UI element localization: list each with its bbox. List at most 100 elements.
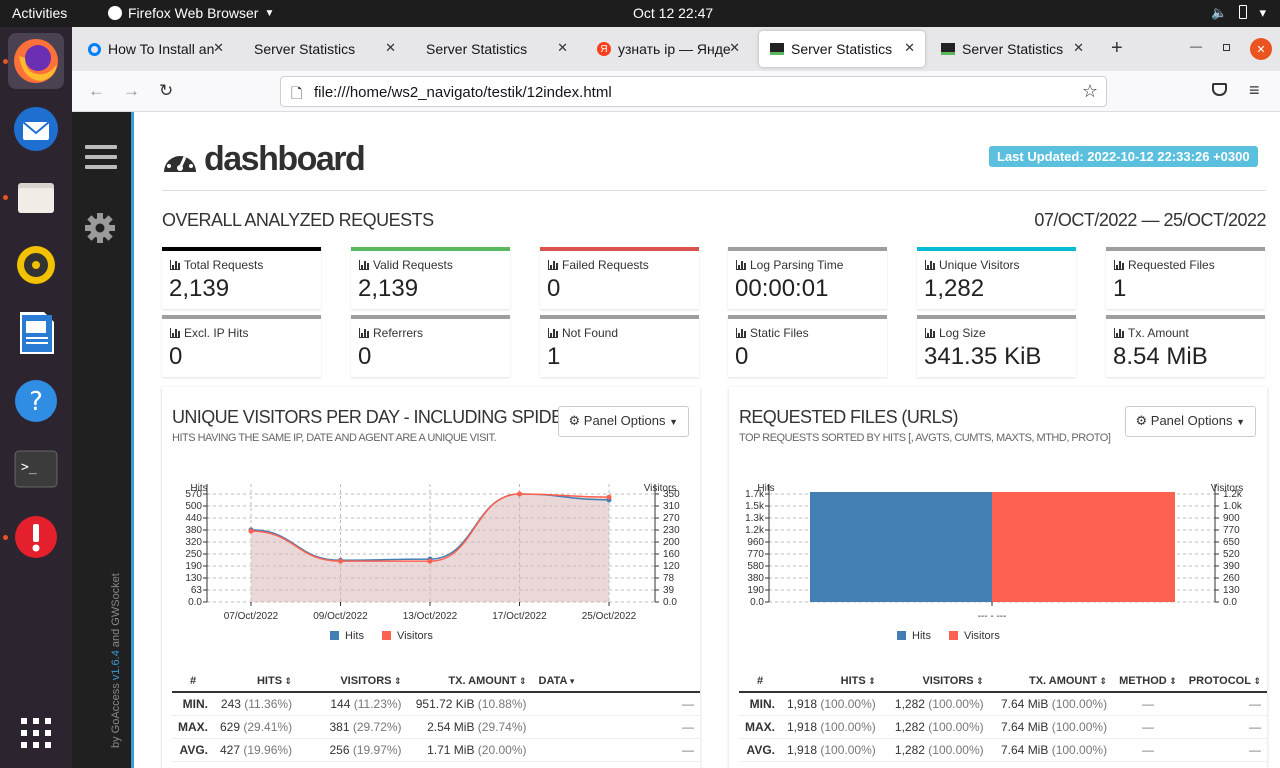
y2-tick-label: 160: [663, 549, 680, 560]
y-tick-label: 440: [185, 513, 202, 524]
tx-value: 951.72 KiB: [415, 696, 475, 711]
tx-percent: (100.00%): [1051, 742, 1108, 757]
visitors-percent: (100.00%): [928, 719, 984, 734]
activities-button[interactable]: Activities: [12, 5, 67, 21]
tab-0[interactable]: How To Install an ✕: [76, 31, 234, 67]
tab-2[interactable]: Server Statistics ✕: [414, 31, 578, 67]
row-key: MAX.: [172, 715, 214, 739]
metric-value: 1: [547, 343, 561, 370]
sidebar-menu-icon[interactable]: [85, 145, 117, 175]
metric-label-text: Log Size: [939, 326, 986, 340]
tab-5[interactable]: Server Statistics ✕: [930, 31, 1094, 67]
tab-3[interactable]: Я узнать ip — Янде ✕: [586, 31, 750, 67]
show-applications-button[interactable]: [8, 705, 64, 761]
clock[interactable]: Oct 12 22:47: [633, 5, 713, 21]
legend-visitors[interactable]: Visitors: [381, 630, 433, 642]
column-header[interactable]: PROTOCOL ⇕: [1182, 670, 1267, 693]
tab-1[interactable]: Server Statistics ✕: [242, 31, 406, 67]
bookmark-star-icon[interactable]: ☆: [1082, 81, 1098, 102]
dock-rhythmbox[interactable]: [8, 237, 64, 293]
dock-writer[interactable]: [8, 305, 64, 361]
legend-visitors[interactable]: Visitors: [948, 630, 1000, 642]
hits-percent: (100.00%): [820, 719, 876, 734]
column-header[interactable]: METHOD ⇕: [1113, 670, 1183, 693]
tab-title: How To Install an: [108, 41, 215, 57]
dock-terminal[interactable]: >_: [8, 441, 64, 497]
url-text[interactable]: file:///home/ws2_navigato/testik/12index…: [314, 84, 612, 101]
writer-document-icon: [20, 312, 54, 354]
tx-value: 7.64 MiB: [1001, 742, 1049, 757]
legend-hits[interactable]: Hits: [330, 630, 364, 642]
dock-thunderbird[interactable]: [8, 101, 64, 157]
row-key: MIN.: [739, 692, 781, 716]
new-tab-button[interactable]: +: [1111, 37, 1123, 60]
forward-arrow-icon[interactable]: →: [123, 81, 140, 101]
visitors-cell: 1,282 (100.00%): [881, 738, 990, 762]
app-menu[interactable]: Firefox Web Browser ▼: [108, 5, 274, 21]
menu-hamburger-icon[interactable]: ≡: [1249, 80, 1260, 101]
caret-down-icon: ▼: [1236, 417, 1245, 427]
volume-icon: 🔈: [1211, 5, 1228, 20]
bar-chart-icon: [548, 260, 558, 270]
dock-software-updater[interactable]: [8, 509, 64, 565]
dock-firefox[interactable]: [8, 33, 64, 89]
close-window-button[interactable]: ✕: [1250, 38, 1272, 60]
tab-4-active[interactable]: Server Statistics ✕: [759, 31, 925, 67]
hits-value: 1,918: [787, 696, 818, 711]
minimize-button[interactable]: —: [1190, 39, 1202, 53]
column-header[interactable]: VISITORS ⇕: [881, 670, 990, 693]
close-tab-icon[interactable]: ✕: [729, 40, 740, 56]
version-link[interactable]: v1.6.4: [110, 650, 122, 680]
legend-label: Visitors: [963, 630, 1000, 642]
close-tab-icon[interactable]: ✕: [1073, 40, 1084, 56]
dock-files[interactable]: [8, 169, 64, 225]
dock-help[interactable]: ?: [8, 373, 64, 429]
method-cell: —: [1113, 738, 1183, 762]
column-header[interactable]: DATA ▾: [532, 670, 700, 693]
address-bar[interactable]: 🗋 file:///home/ws2_navigato/testik/12ind…: [280, 76, 1107, 107]
column-header[interactable]: HITS ⇕: [214, 670, 299, 693]
hits-percent: (29.41%): [243, 719, 293, 734]
legend-swatch: [948, 631, 958, 640]
metric-label: Failed Requests: [548, 258, 649, 272]
reload-icon[interactable]: ↻: [159, 81, 173, 101]
column-header[interactable]: #: [172, 670, 214, 693]
pocket-icon[interactable]: [1212, 83, 1227, 96]
visitors-cell: 1,282 (100.00%): [881, 715, 990, 739]
legend-hits[interactable]: Hits: [897, 630, 931, 642]
panel-options-button[interactable]: ⚙ Panel Options ▼: [557, 406, 689, 437]
x-tick-label: 25/Oct/2022: [582, 611, 637, 622]
close-tab-icon[interactable]: ✕: [213, 40, 224, 56]
y2-tick-label: 770: [1223, 525, 1240, 536]
visitors-percent: (29.72%): [352, 719, 402, 734]
column-header[interactable]: TX. AMOUNT ⇕: [407, 670, 533, 693]
y-tick-label: 0.0: [750, 597, 764, 608]
hits-bar: [810, 492, 992, 602]
bar-chart-icon: [548, 328, 558, 338]
column-header[interactable]: HITS ⇕: [781, 670, 882, 693]
metric-label-text: Excl. IP Hits: [184, 326, 249, 340]
requests-table: # HITS ⇕ VISITORS ⇕ TX. AMOUNT ⇕ METHOD ⇕ PRO…: [739, 670, 1267, 762]
tx-value: 2.54 MiB: [427, 719, 475, 734]
close-tab-icon[interactable]: ✕: [904, 40, 915, 56]
column-header[interactable]: VISITORS ⇕: [298, 670, 408, 693]
page-icon: 🗋: [291, 85, 303, 101]
requests-panel: REQUESTED FILES (URLS) TOP REQUESTS SORT…: [729, 387, 1267, 768]
x-tick-label: 13/Oct/2022: [403, 611, 458, 622]
y2-tick-label: 900: [1223, 513, 1240, 524]
back-arrow-icon[interactable]: ←: [88, 81, 105, 101]
gear-small-icon: ⚙: [568, 413, 581, 428]
maximize-button[interactable]: [1223, 44, 1230, 51]
column-header[interactable]: #: [739, 670, 781, 693]
close-tab-icon[interactable]: ✕: [385, 40, 396, 56]
panel-options-label: Panel Options: [1150, 413, 1233, 428]
y2-tick-label: 270: [663, 513, 680, 524]
close-tab-icon[interactable]: ✕: [557, 40, 568, 56]
y-tick-label: 130: [185, 573, 202, 584]
y-tick-label: 570: [185, 489, 202, 500]
system-tray[interactable]: 🔈 ▾: [1211, 5, 1266, 21]
hits-percent: (100.00%): [820, 696, 876, 711]
gear-icon[interactable]: [84, 212, 116, 244]
column-header[interactable]: TX. AMOUNT ⇕: [989, 670, 1114, 693]
panel-options-button[interactable]: ⚙ Panel Options ▼: [1124, 406, 1256, 437]
